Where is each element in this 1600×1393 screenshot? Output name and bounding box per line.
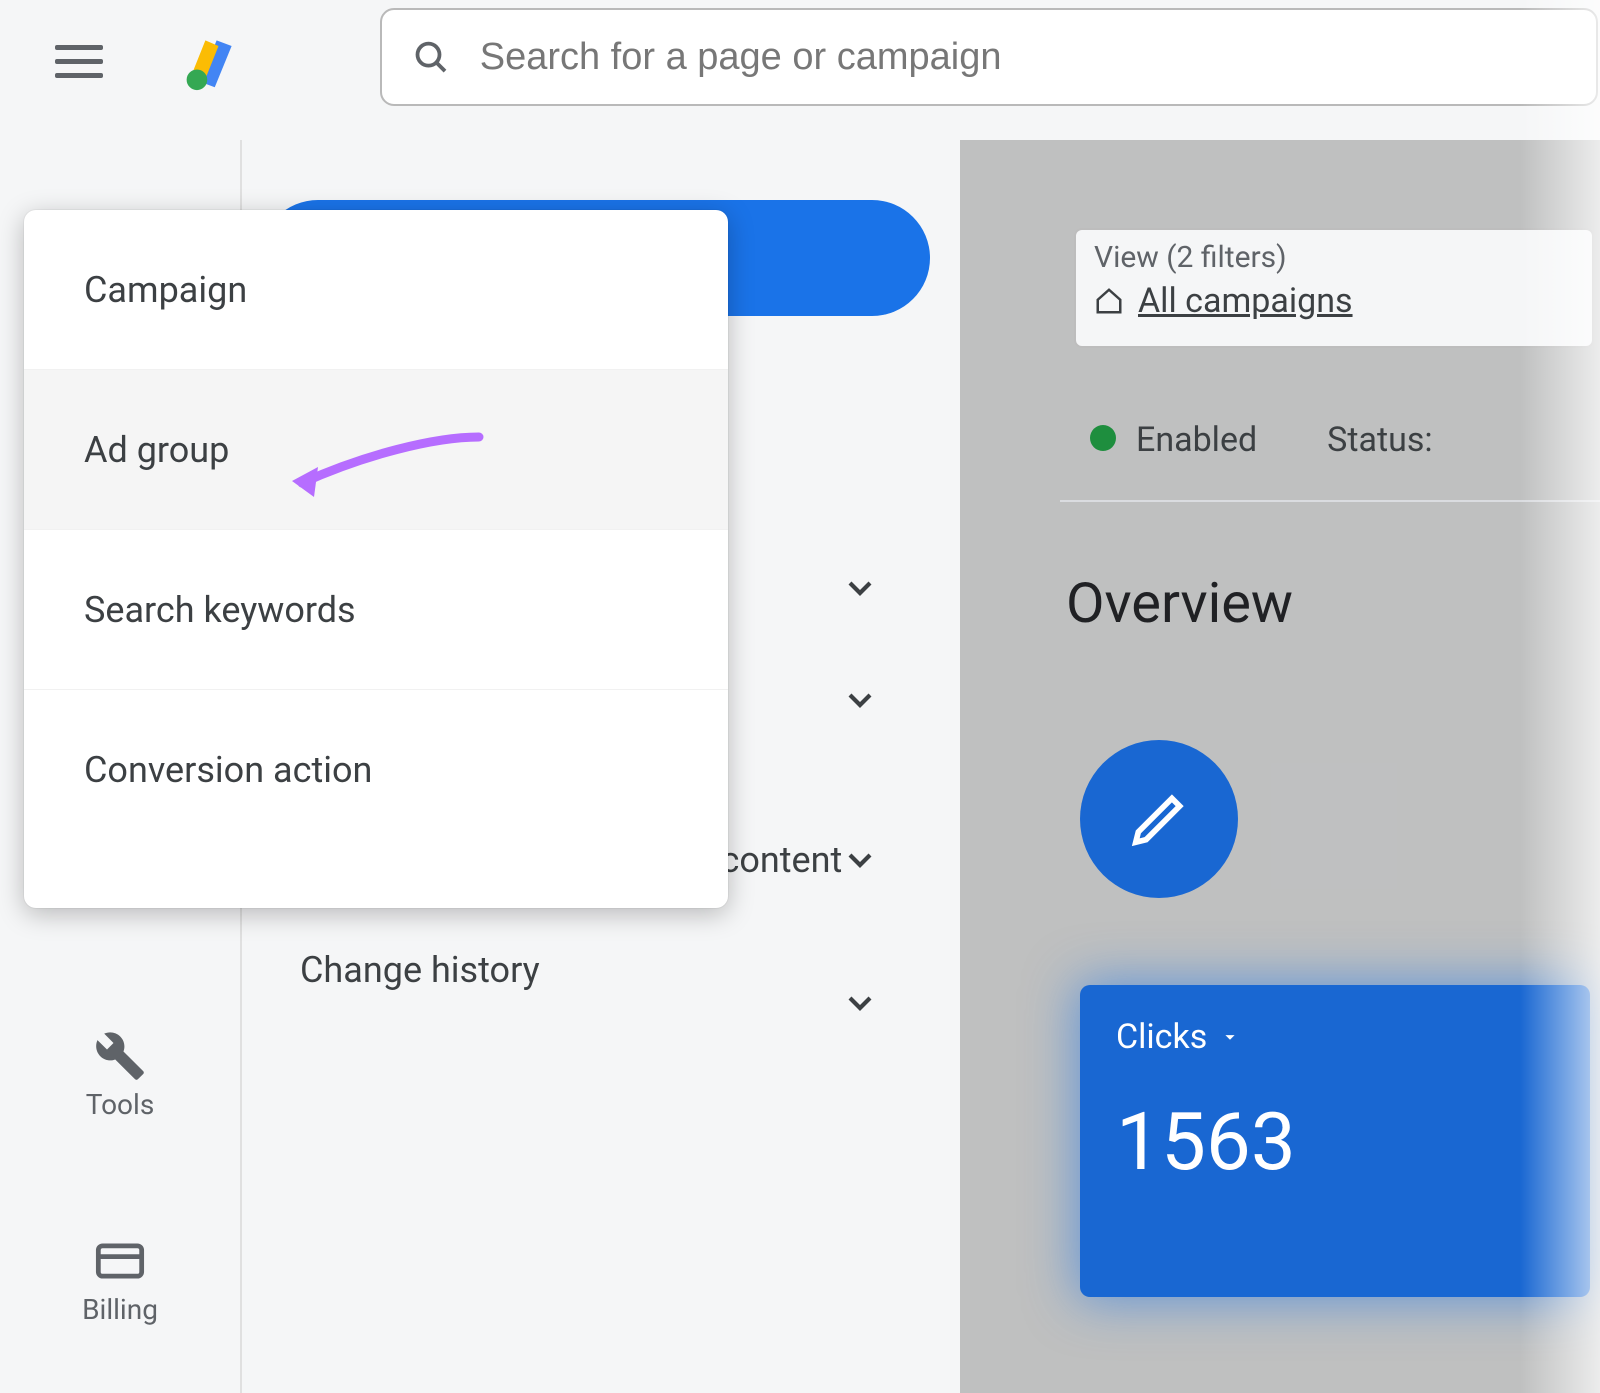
sidebar-item-label: Billing xyxy=(82,1293,158,1326)
chevron-down-icon[interactable] xyxy=(840,568,880,608)
status-enabled-label: Enabled xyxy=(1136,420,1257,460)
menu-item-ad-group[interactable]: Ad group xyxy=(24,370,728,530)
search-input[interactable] xyxy=(480,36,1596,79)
nav-item-change-history[interactable]: Change history xyxy=(280,931,900,1009)
billing-icon xyxy=(94,1235,146,1287)
menu-icon[interactable] xyxy=(55,33,111,89)
tools-icon xyxy=(94,1030,146,1082)
metric-value: 1563 xyxy=(1116,1095,1554,1189)
chevron-down-icon[interactable] xyxy=(840,840,880,880)
top-bar xyxy=(0,0,1600,122)
view-filter-count: View (2 filters) xyxy=(1094,240,1574,275)
status-row: Enabled Status: xyxy=(1090,420,1433,460)
menu-item-search-keywords[interactable]: Search keywords xyxy=(24,530,728,690)
edit-fab-button[interactable] xyxy=(1080,740,1238,898)
nav-item-label: Change history xyxy=(300,949,540,991)
menu-item-label: Search keywords xyxy=(84,589,356,631)
all-campaigns-label: All campaigns xyxy=(1138,281,1353,321)
status-dot-icon xyxy=(1090,425,1116,451)
status-enabled[interactable]: Enabled xyxy=(1090,420,1257,460)
home-icon xyxy=(1094,286,1124,316)
metric-card-clicks[interactable]: Clicks 1563 xyxy=(1080,985,1590,1297)
all-campaigns-link[interactable]: All campaigns xyxy=(1094,281,1574,321)
chevron-down-icon[interactable] xyxy=(840,983,880,1023)
page-title: Overview xyxy=(1066,570,1293,636)
menu-item-conversion-action[interactable]: Conversion action xyxy=(24,690,728,850)
pencil-icon xyxy=(1128,788,1190,850)
view-filter-box[interactable]: View (2 filters) All campaigns xyxy=(1074,228,1594,348)
annotation-arrow-icon xyxy=(284,425,484,505)
main-content: View (2 filters) All campaigns Enabled S… xyxy=(980,180,1600,1393)
sidebar-item-billing[interactable]: Billing xyxy=(0,1235,240,1326)
menu-item-label: Campaign xyxy=(84,269,247,311)
create-dropdown-menu: Campaign Ad group Search keywords Conver… xyxy=(24,210,728,908)
search-box[interactable] xyxy=(380,8,1598,106)
google-ads-logo[interactable] xyxy=(181,31,241,91)
status-label: Status: xyxy=(1327,420,1432,460)
search-icon xyxy=(412,37,450,77)
sidebar-item-label: Tools xyxy=(86,1088,155,1121)
menu-item-campaign[interactable]: Campaign xyxy=(24,210,728,370)
metric-label-text: Clicks xyxy=(1116,1017,1207,1057)
metric-label[interactable]: Clicks xyxy=(1116,1017,1554,1057)
chevron-down-icon[interactable] xyxy=(840,680,880,720)
menu-item-label: Conversion action xyxy=(84,749,372,791)
menu-item-label: Ad group xyxy=(84,429,229,471)
caret-down-icon xyxy=(1219,1026,1241,1048)
sidebar-item-tools[interactable]: Tools xyxy=(0,1030,240,1121)
divider xyxy=(1060,500,1600,502)
